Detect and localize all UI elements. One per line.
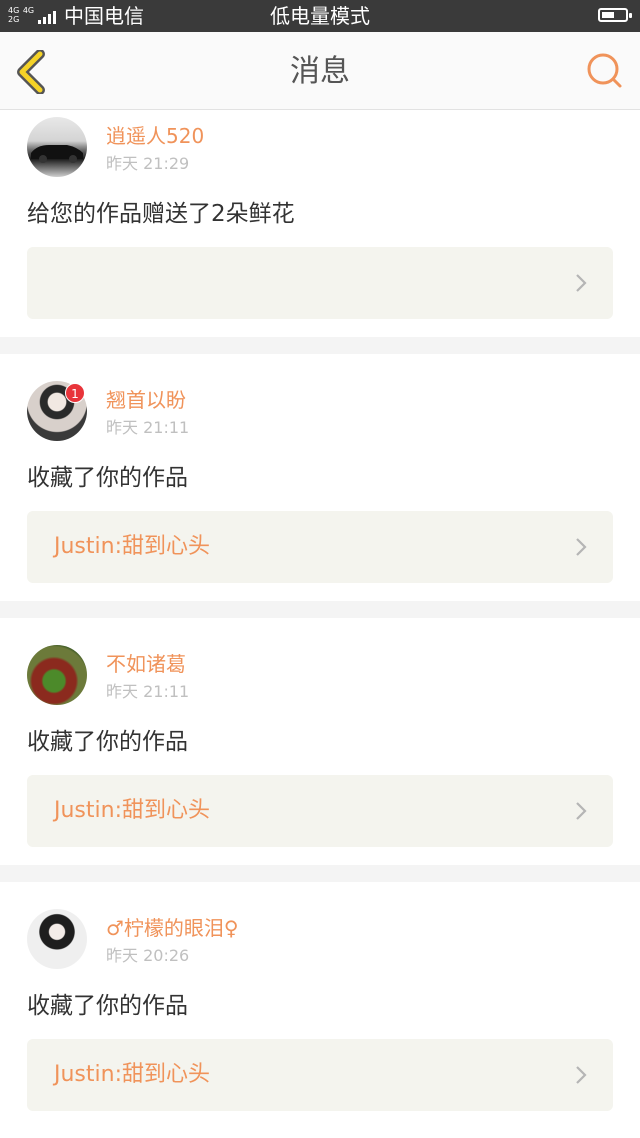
chevron-right-icon (576, 1066, 587, 1084)
notification-badge: 1 (65, 383, 85, 403)
sender-name[interactable]: ♂柠檬的眼泪♀ (106, 915, 239, 941)
car-avatar[interactable] (27, 117, 87, 177)
search-button[interactable] (584, 50, 626, 92)
flower-avatar[interactable] (27, 645, 87, 705)
message-time: 昨天 21:11 (106, 682, 190, 701)
power-mode: 低电量模式 (270, 4, 370, 28)
message-text: 收藏了你的作品 (27, 465, 188, 491)
sender-name[interactable]: 翘首以盼 (106, 387, 186, 413)
work-link[interactable]: Justin:甜到心头 (27, 1039, 613, 1111)
work-link[interactable]: Justin:甜到心头 (27, 511, 613, 583)
message-time: 昨天 20:26 (106, 946, 190, 965)
sender-name[interactable]: 逍遥人520 (106, 123, 204, 149)
chevron-right-icon (576, 802, 587, 820)
chevron-right-icon (576, 274, 587, 292)
work-title: Justin:甜到心头 (54, 798, 210, 823)
message-text: 收藏了你的作品 (27, 729, 188, 755)
battery-icon (598, 8, 632, 22)
search-icon (587, 53, 622, 88)
message-item: 不如诸葛 昨天 21:11 收藏了你的作品 Justin:甜到心头 (0, 618, 640, 865)
message-text: 收藏了你的作品 (27, 993, 188, 1019)
work-link[interactable]: Justin:甜到心头 (27, 775, 613, 847)
girl-avatar[interactable] (27, 909, 87, 969)
nav-bar: 消息 (0, 32, 640, 110)
message-time: 昨天 21:11 (106, 418, 190, 437)
message-item: 1 翘首以盼 昨天 21:11 收藏了你的作品 Justin:甜到心头 (0, 354, 640, 601)
message-item: 逍遥人520 昨天 21:29 给您的作品赠送了2朵鲜花 (0, 110, 640, 337)
status-bar: 4G 4G 2G 中国电信 低电量模式 (0, 0, 640, 32)
chevron-right-icon (576, 538, 587, 556)
message-item: ♂柠檬的眼泪♀ 昨天 20:26 收藏了你的作品 Justin:甜到心头 (0, 882, 640, 1138)
message-text: 给您的作品赠送了2朵鲜花 (27, 201, 295, 227)
page-title: 消息 (290, 54, 350, 89)
work-title: Justin:甜到心头 (54, 534, 210, 559)
work-link[interactable] (27, 247, 613, 319)
sender-name[interactable]: 不如诸葛 (106, 651, 186, 677)
work-title: Justin:甜到心头 (54, 1062, 210, 1087)
message-time: 昨天 21:29 (106, 154, 190, 173)
